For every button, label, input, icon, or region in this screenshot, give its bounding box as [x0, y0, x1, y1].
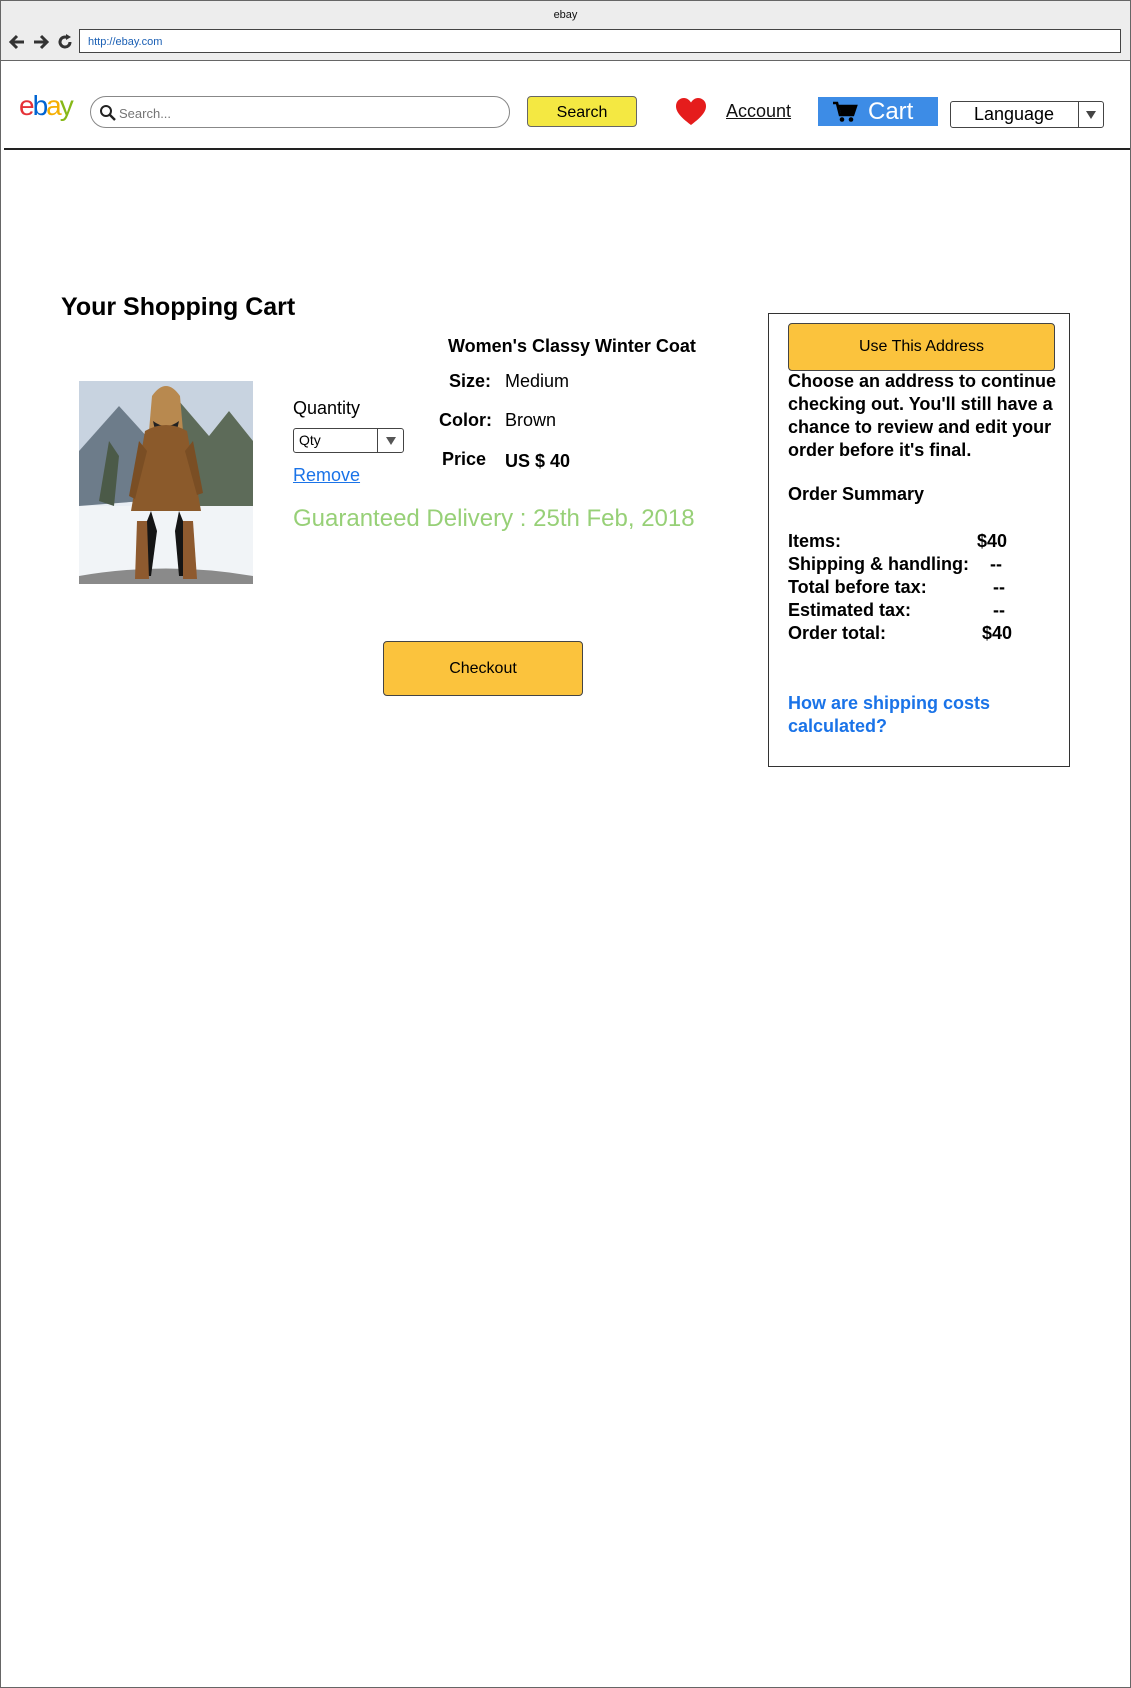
chevron-down-icon[interactable] — [377, 429, 403, 452]
browser-window — [0, 0, 1131, 1688]
summary-row-pretax-label: Total before tax: — [788, 577, 927, 597]
color-value: Brown — [505, 410, 557, 430]
cart-button[interactable]: Cart — [818, 97, 938, 126]
chevron-down-icon[interactable] — [1078, 102, 1103, 127]
price-label: Price — [441, 449, 486, 469]
summary-row-total-value: $40 — [982, 623, 1013, 643]
shopping-cart-icon — [833, 101, 858, 122]
remove-link[interactable]: Remove — [293, 465, 360, 486]
color-label: Color: — [439, 410, 492, 430]
search-field[interactable] — [90, 96, 510, 128]
cart-label: Cart — [868, 98, 914, 125]
logo-letter-y: y — [59, 90, 74, 121]
quantity-label: Quantity — [293, 398, 361, 418]
size-value: Medium — [505, 371, 570, 391]
browser-navbar: http://ebay.com — [1, 27, 1130, 61]
logo-letter-e: e — [19, 90, 35, 121]
summary-row-items-label: Items: — [788, 531, 842, 551]
heart-icon[interactable] — [675, 98, 707, 126]
product-image[interactable] — [79, 381, 253, 584]
window-title: ebay — [1, 1, 1130, 27]
shipping-costs-link[interactable]: How are shipping costs calculated? — [788, 692, 1048, 738]
price-value: US $ 40 — [505, 451, 571, 471]
search-button[interactable]: Search — [527, 96, 637, 127]
address-bar[interactable]: http://ebay.com — [79, 29, 1121, 53]
product-name[interactable]: Women's Classy Winter Coat — [448, 336, 696, 357]
reload-icon[interactable] — [55, 32, 75, 52]
account-link[interactable]: Account — [726, 101, 791, 122]
logo-letter-a: a — [46, 90, 62, 121]
language-select[interactable]: Language — [950, 101, 1104, 128]
summary-row-items-value: $40 — [977, 531, 1008, 551]
search-input[interactable] — [117, 101, 501, 125]
summary-row-shipping-label: Shipping & handling: — [788, 554, 969, 574]
summary-row-tax-value: -- — [993, 600, 1005, 620]
language-label: Language — [973, 104, 1055, 124]
summary-row-total-label: Order total: — [788, 623, 887, 643]
back-arrow-icon[interactable] — [7, 32, 27, 52]
summary-row-pretax-value: -- — [993, 577, 1005, 597]
size-label: Size: — [448, 371, 491, 391]
forward-arrow-icon[interactable] — [31, 32, 51, 52]
quantity-select[interactable]: Qty — [293, 428, 404, 453]
delivery-date: Guaranteed Delivery : 25th Feb, 2018 — [293, 505, 695, 532]
quantity-select-value: Qty — [299, 432, 321, 448]
search-icon — [100, 105, 116, 121]
summary-row-shipping-value: -- — [990, 554, 1002, 574]
logo-letter-b: b — [32, 90, 49, 121]
ebay-logo[interactable]: ebay — [19, 90, 74, 122]
page-title: Your Shopping Cart — [61, 293, 296, 321]
order-summary-title: Order Summary — [788, 484, 925, 504]
checkout-button[interactable]: Checkout — [383, 641, 583, 696]
header-divider — [4, 148, 1130, 150]
summary-row-tax-label: Estimated tax: — [788, 600, 912, 620]
address-info-text: Choose an address to continue checking o… — [788, 371, 1057, 460]
use-address-button[interactable]: Use This Address — [788, 323, 1055, 371]
